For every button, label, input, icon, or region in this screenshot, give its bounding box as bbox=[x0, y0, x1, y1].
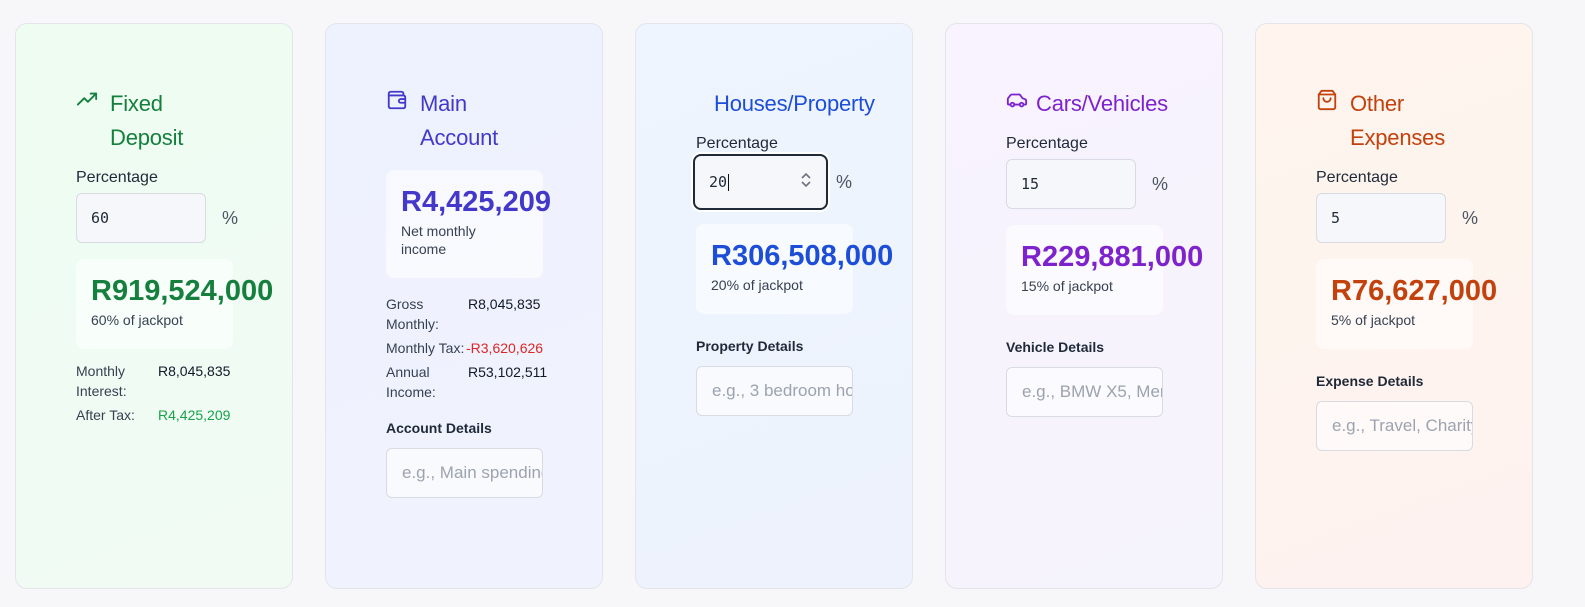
stat-value: -R3,620,626 bbox=[466, 340, 544, 356]
main-account-card: Main Account R4,425,209 Net monthly inco… bbox=[325, 23, 603, 589]
percentage-input[interactable]: 20 bbox=[691, 152, 830, 212]
shopping-bag-icon bbox=[1316, 89, 1342, 115]
vehicles-card: Cars/Vehicles Percentage 15 % R229,881,0… bbox=[945, 23, 1223, 589]
car-icon bbox=[1006, 89, 1028, 115]
percent-sign: % bbox=[1152, 173, 1169, 194]
percentage-label: Percentage bbox=[1316, 169, 1398, 186]
card-title: Other Expenses bbox=[1350, 91, 1446, 150]
percentage-label: Percentage bbox=[696, 135, 778, 152]
card-header: Main Account bbox=[386, 87, 586, 155]
percentage-label: Percentage bbox=[76, 169, 158, 186]
percent-sign: % bbox=[1462, 207, 1479, 228]
allocation-amount: R306,508,000 bbox=[711, 240, 894, 272]
stat-row: Annual Income: R53,102,511 bbox=[386, 362, 586, 402]
stat-row: Gross Monthly: R8,045,835 bbox=[386, 294, 586, 334]
allocation-amount: R76,627,000 bbox=[1331, 275, 1498, 307]
vehicle-details-input[interactable]: e.g., BMW X5, Mercedes bbox=[1006, 367, 1163, 417]
card-header: Cars/Vehicles bbox=[1006, 87, 1206, 121]
stat-row: Monthly Interest: R8,045,835 bbox=[76, 361, 276, 401]
allocation-subtext: 60% of jackpot bbox=[91, 312, 183, 328]
card-header: Fixed Deposit bbox=[76, 87, 276, 155]
details-label: Vehicle Details bbox=[1006, 339, 1105, 355]
stat-key: Monthly Tax: bbox=[386, 340, 465, 356]
trending-up-icon bbox=[76, 89, 102, 115]
percent-sign: % bbox=[836, 171, 853, 192]
stat-key: After Tax: bbox=[76, 407, 135, 423]
allocation-amount: R229,881,000 bbox=[1021, 241, 1204, 273]
expense-details-input[interactable]: e.g., Travel, Charity bbox=[1316, 401, 1473, 451]
percentage-input[interactable]: 60 bbox=[76, 193, 206, 243]
details-label: Account Details bbox=[386, 420, 492, 436]
allocation-amount: R919,524,000 bbox=[91, 275, 274, 307]
card-header: Houses/Property bbox=[696, 87, 896, 121]
stat-row: After Tax: R4,425,209 bbox=[76, 405, 276, 425]
stats-list: Gross Monthly: R8,045,835 Monthly Tax: -… bbox=[386, 294, 586, 402]
net-income-subtext: Net monthly income bbox=[401, 223, 476, 257]
card-title: Fixed Deposit bbox=[110, 91, 184, 150]
property-details-input[interactable]: e.g., 3 bedroom house bbox=[696, 366, 853, 416]
details-label: Property Details bbox=[696, 338, 804, 354]
amount-box: R919,524,000 60% of jackpot bbox=[76, 259, 274, 349]
net-income-amount: R4,425,209 bbox=[401, 186, 551, 218]
percentage-label: Percentage bbox=[1006, 135, 1088, 152]
amount-box: R4,425,209 Net monthly income bbox=[386, 170, 551, 278]
wallet-icon bbox=[386, 89, 412, 115]
fixed-deposit-card: Fixed Deposit Percentage 60 % R919,524,0… bbox=[15, 23, 293, 589]
stat-value: R8,045,835 bbox=[468, 296, 541, 312]
other-expenses-card: Other Expenses Percentage 5 % R76,627,00… bbox=[1255, 23, 1533, 589]
card-header: Other Expenses bbox=[1316, 87, 1516, 155]
allocation-subtext: 5% of jackpot bbox=[1331, 312, 1416, 328]
amount-box: R76,627,000 5% of jackpot bbox=[1316, 259, 1498, 349]
stat-key: Gross Monthly: bbox=[386, 296, 439, 332]
allocation-subtext: 15% of jackpot bbox=[1021, 278, 1113, 294]
percentage-input[interactable]: 5 bbox=[1316, 193, 1446, 243]
details-label: Expense Details bbox=[1316, 373, 1424, 389]
stats-list: Monthly Interest: R8,045,835 After Tax: … bbox=[76, 361, 276, 425]
percentage-input[interactable]: 15 bbox=[1006, 159, 1136, 209]
house-icon bbox=[696, 89, 706, 115]
stat-value: R53,102,511 bbox=[468, 364, 548, 380]
account-details-input[interactable]: e.g., Main spending account bbox=[386, 448, 543, 498]
stat-key: Annual Income: bbox=[386, 364, 436, 400]
allocation-subtext: 20% of jackpot bbox=[711, 277, 803, 293]
stat-row: Monthly Tax: -R3,620,626 bbox=[386, 338, 586, 358]
card-title: Houses/Property bbox=[714, 91, 875, 116]
stat-value: R4,425,209 bbox=[158, 407, 231, 423]
spinner-icon[interactable] bbox=[800, 170, 812, 190]
property-card: Houses/Property Percentage 20 % R306,508… bbox=[635, 23, 913, 589]
percent-sign: % bbox=[222, 207, 239, 228]
stat-key: Monthly Interest: bbox=[76, 363, 127, 399]
card-title: Cars/Vehicles bbox=[1036, 91, 1168, 116]
stat-value: R8,045,835 bbox=[158, 363, 231, 379]
card-title: Main Account bbox=[420, 91, 499, 150]
amount-box: R229,881,000 15% of jackpot bbox=[1006, 225, 1204, 315]
amount-box: R306,508,000 20% of jackpot bbox=[696, 224, 894, 314]
